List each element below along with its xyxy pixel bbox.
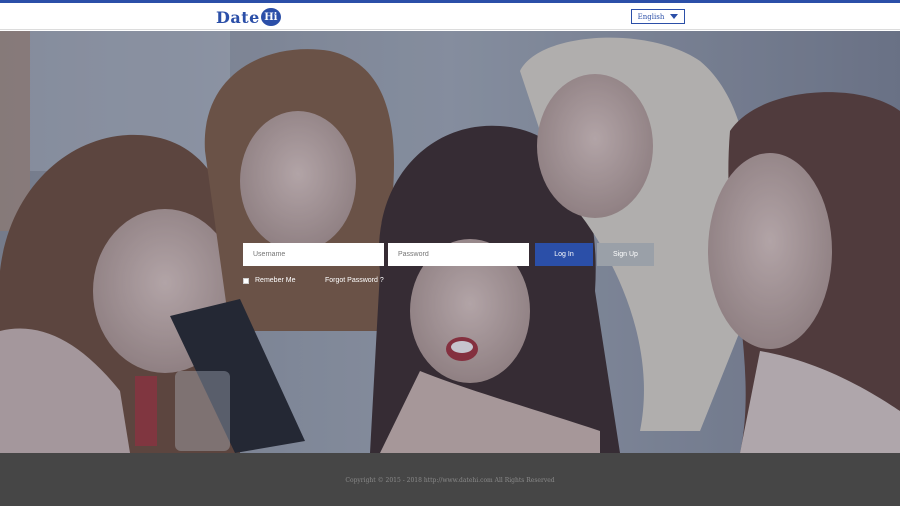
site-header: Date Hi English — [0, 3, 900, 30]
logo-badge: Hi — [260, 8, 281, 26]
hero-photo-illustration — [0, 31, 900, 453]
copyright-text: Copyright © 2015 - 2018 http://www.dateh… — [345, 477, 555, 484]
username-input[interactable] — [243, 243, 384, 266]
login-form: Log In Sign Up — [243, 243, 654, 266]
remember-me-label: Remeber Me — [255, 277, 296, 284]
language-select[interactable]: English — [631, 9, 685, 24]
site-logo[interactable]: Date Hi — [216, 7, 281, 27]
caret-down-icon — [670, 14, 679, 19]
hero-background-photo: Log In Sign Up Remeber Me Forgot Passwor… — [0, 31, 900, 453]
forgot-password-link[interactable]: Forgot Password ? — [325, 277, 384, 284]
password-input[interactable] — [388, 243, 529, 266]
login-button[interactable]: Log In — [535, 243, 593, 266]
checkbox-icon[interactable] — [243, 277, 249, 284]
remember-me[interactable]: Remeber Me — [243, 277, 295, 284]
signup-button[interactable]: Sign Up — [597, 243, 654, 266]
site-footer: Copyright © 2015 - 2018 http://www.dateh… — [0, 453, 900, 506]
logo-text: Date — [216, 7, 260, 27]
language-selected-label: English — [637, 12, 665, 21]
